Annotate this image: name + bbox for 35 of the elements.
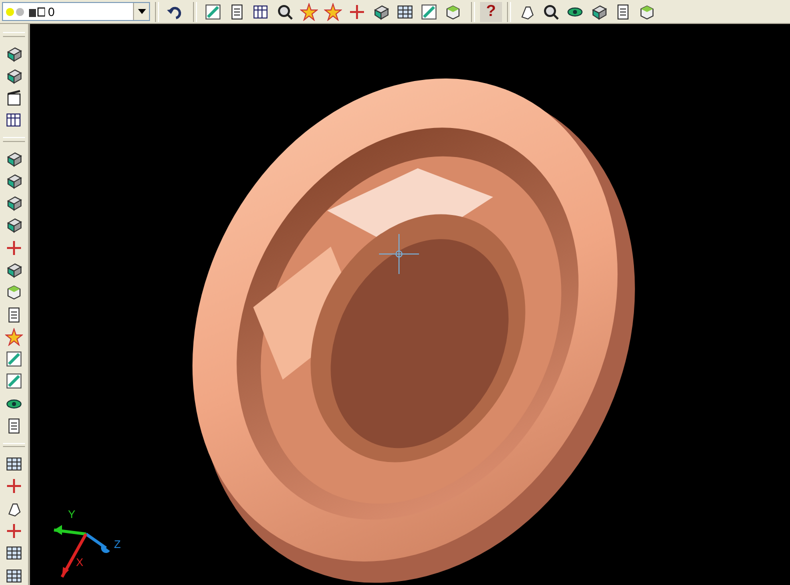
grid-icon xyxy=(5,566,23,584)
crosshair-cursor xyxy=(378,234,420,274)
box-icon xyxy=(5,44,23,63)
box-icon xyxy=(5,260,23,279)
film-icon xyxy=(5,89,23,108)
cube-icon xyxy=(5,283,23,302)
pencil-icon xyxy=(420,2,438,20)
magnifier-icon xyxy=(542,2,560,20)
pencil-icon xyxy=(5,372,23,390)
box-icon xyxy=(5,194,23,212)
grid-icon xyxy=(396,2,414,20)
axis-label: X xyxy=(76,557,84,569)
box-icon xyxy=(5,216,23,234)
axis-label: Y xyxy=(68,509,76,521)
box-icon xyxy=(5,172,23,190)
axis-label: Z xyxy=(114,539,121,551)
help-button[interactable]: ? xyxy=(480,2,502,22)
cube-icon xyxy=(638,2,656,20)
star-icon xyxy=(5,328,23,346)
pencil-icon xyxy=(204,2,222,20)
grid-icon xyxy=(5,544,23,562)
box-icon xyxy=(5,150,23,168)
star-icon xyxy=(324,2,342,20)
magnifier-icon xyxy=(276,2,294,20)
layer-dropdown[interactable]: 0 xyxy=(2,2,150,21)
box-icon xyxy=(5,66,23,85)
table-icon xyxy=(252,2,270,20)
box-icon xyxy=(590,2,608,20)
box-icon xyxy=(372,2,390,20)
grid-icon xyxy=(5,455,23,474)
cube-icon xyxy=(444,2,462,20)
layer-state-icon xyxy=(5,4,45,18)
star-icon xyxy=(300,2,318,20)
table-icon xyxy=(5,111,23,130)
pencil-icon xyxy=(5,350,23,368)
